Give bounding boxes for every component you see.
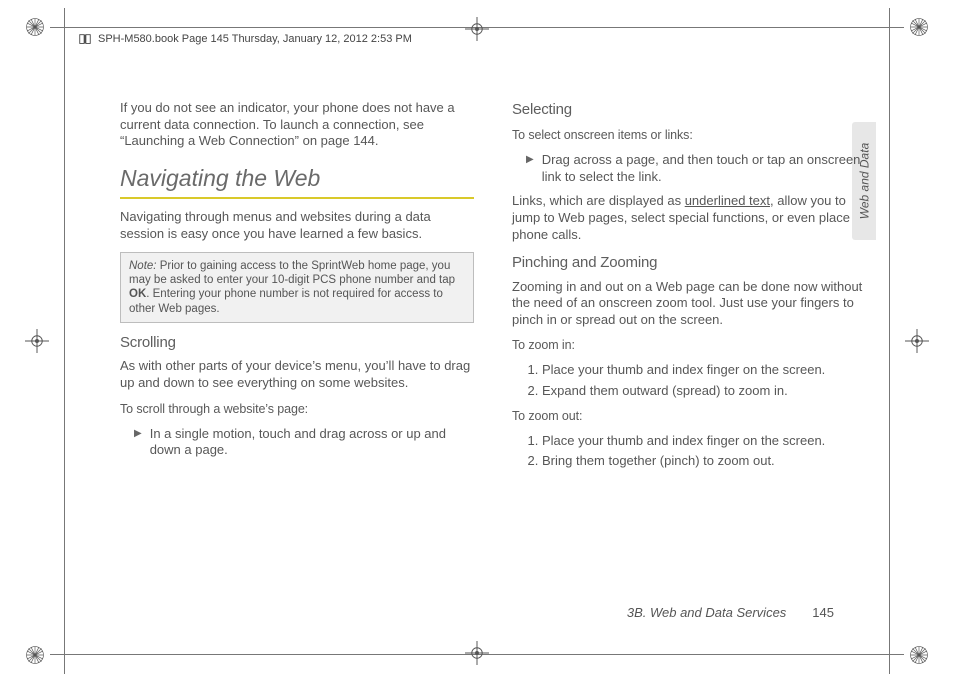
links-paragraph: Links, which are displayed as underlined… [512, 193, 866, 243]
heading-pinching-zooming: Pinching and Zooming [512, 253, 866, 272]
note-text-pre: Prior to gaining access to the SprintWeb… [129, 260, 455, 286]
left-column: If you do not see an indicator, your pho… [120, 100, 474, 602]
select-instruction: To select onscreen items or links: [512, 127, 866, 143]
color-wheel-icon [906, 14, 932, 40]
links-underlined: underlined text [685, 193, 770, 208]
color-wheel-icon [906, 642, 932, 668]
nav-intro-paragraph: Navigating through menus and websites du… [120, 209, 474, 242]
page-footer: 3B. Web and Data Services 145 [627, 605, 834, 620]
triangle-bullet-icon: ▶ [134, 426, 142, 459]
document-header-text: SPH-M580.book Page 145 Thursday, January… [98, 33, 412, 45]
scroll-bullet-item: ▶ In a single motion, touch and drag acr… [120, 426, 474, 459]
note-text-post: . Entering your phone number is not requ… [129, 288, 443, 314]
book-icon [78, 32, 92, 46]
heading-underline [120, 197, 474, 199]
registration-mark-icon [462, 638, 492, 668]
links-pre: Links, which are displayed as [512, 193, 685, 208]
scroll-instruction: To scroll through a website’s page: [120, 401, 474, 417]
note-bold-ok: OK [129, 288, 146, 300]
zoom-in-list: Place your thumb and index finger on the… [512, 362, 866, 399]
footer-page-number: 145 [812, 605, 834, 620]
list-item: Expand them outward (spread) to zoom in. [542, 383, 866, 400]
registration-mark-icon [22, 326, 52, 356]
color-wheel-icon [22, 14, 48, 40]
intro-paragraph: If you do not see an indicator, your pho… [120, 100, 474, 150]
heading-selecting: Selecting [512, 100, 866, 119]
heading-navigating-web: Navigating the Web [120, 164, 474, 193]
registration-mark-icon [902, 326, 932, 356]
footer-section-title: 3B. Web and Data Services [627, 605, 786, 620]
crop-line-right [889, 8, 890, 674]
list-item: Bring them together (pinch) to zoom out. [542, 453, 866, 470]
note-label: Note: [129, 260, 157, 272]
list-item: Place your thumb and index finger on the… [542, 433, 866, 450]
zoom-in-instruction: To zoom in: [512, 337, 866, 353]
zoom-out-instruction: To zoom out: [512, 408, 866, 424]
zoom-out-list: Place your thumb and index finger on the… [512, 433, 866, 470]
note-box: Note: Prior to gaining access to the Spr… [120, 252, 474, 324]
registration-mark-icon [462, 14, 492, 44]
scroll-bullet-text: In a single motion, touch and drag acros… [150, 426, 474, 459]
crop-line-left [64, 8, 65, 674]
triangle-bullet-icon: ▶ [526, 152, 534, 185]
pinch-paragraph: Zooming in and out on a Web page can be … [512, 279, 866, 329]
page-content: If you do not see an indicator, your pho… [120, 100, 866, 602]
select-bullet-item: ▶ Drag across a page, and then touch or … [512, 152, 866, 185]
color-wheel-icon [22, 642, 48, 668]
select-bullet-text: Drag across a page, and then touch or ta… [542, 152, 866, 185]
heading-scrolling: Scrolling [120, 333, 474, 352]
right-column: Selecting To select onscreen items or li… [512, 100, 866, 602]
list-item: Place your thumb and index finger on the… [542, 362, 866, 379]
scrolling-paragraph: As with other parts of your device’s men… [120, 358, 474, 391]
document-header: SPH-M580.book Page 145 Thursday, January… [78, 32, 412, 46]
